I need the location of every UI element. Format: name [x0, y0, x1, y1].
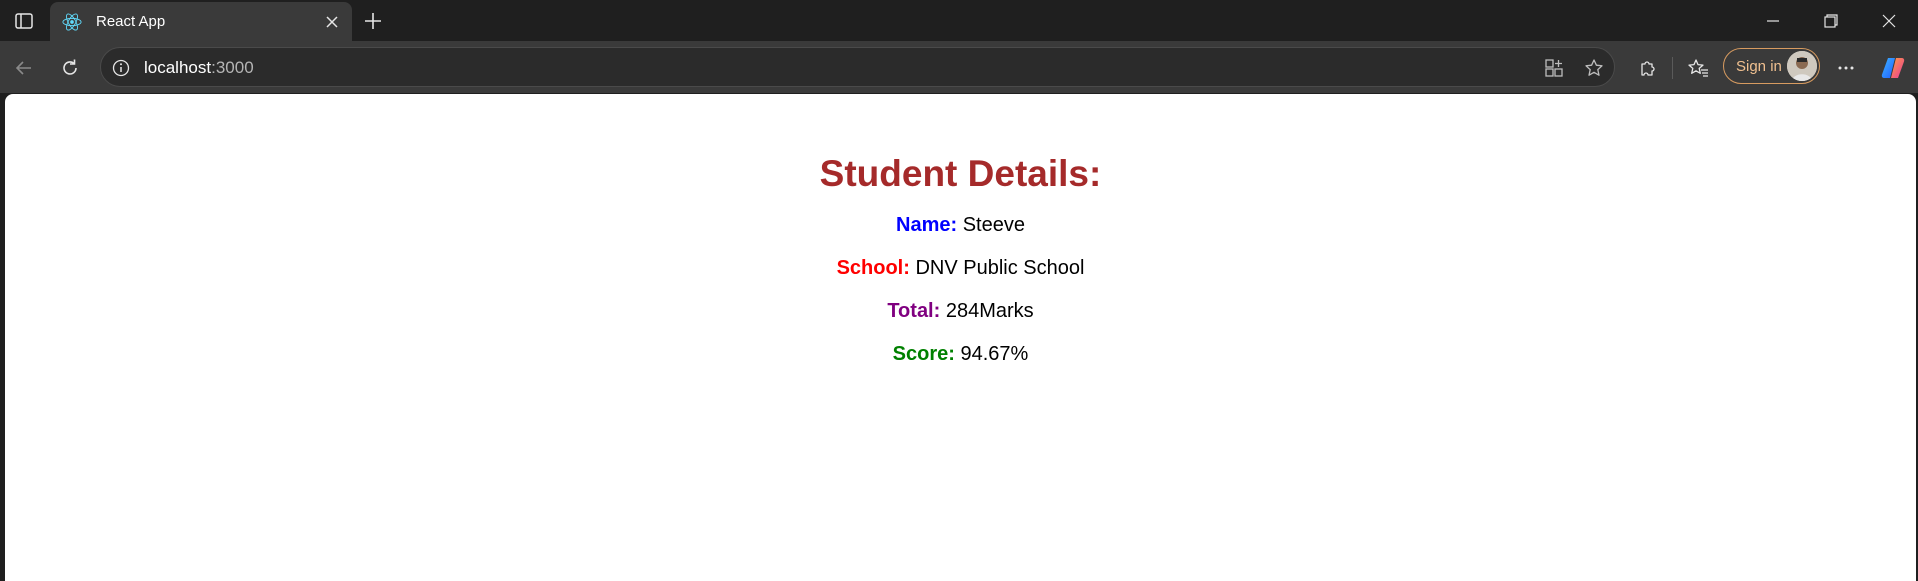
info-icon[interactable]: [111, 58, 131, 78]
detail-value: Steeve: [962, 214, 1025, 236]
detail-value: DNV Public School: [915, 257, 1085, 279]
detail-total: Total: 284Marks: [5, 299, 1916, 323]
address-url: localhost:3000: [144, 58, 254, 78]
star-icon[interactable]: [1581, 55, 1607, 81]
tab-title: React App: [96, 13, 166, 30]
refresh-icon[interactable]: [53, 51, 87, 85]
browser-toolbar: localhost:3000 Sign in: [0, 41, 1918, 93]
detail-label: Score:: [892, 343, 955, 365]
window-controls: [1744, 0, 1918, 41]
detail-score: Score: 94.67%: [5, 342, 1916, 366]
copilot-icon[interactable]: [1876, 51, 1910, 85]
tab-react-app[interactable]: React App: [50, 2, 352, 41]
puzzle-icon[interactable]: [1631, 51, 1665, 85]
toolbar-divider: [1672, 57, 1673, 79]
url-host: localhost: [144, 58, 212, 77]
window-close-icon[interactable]: [1860, 0, 1918, 41]
detail-name: Name: Steeve: [5, 213, 1916, 237]
close-icon[interactable]: [320, 10, 344, 34]
apps-icon[interactable]: [1541, 55, 1567, 81]
detail-label: Total:: [887, 300, 941, 322]
sign-in-button[interactable]: Sign in: [1723, 48, 1820, 84]
detail-school: School: DNV Public School: [5, 256, 1916, 280]
detail-value: 284Marks: [945, 300, 1034, 322]
page-title: Student Details:: [819, 153, 1102, 194]
tab-actions-icon[interactable]: [8, 8, 40, 34]
detail-value: 94.67%: [960, 343, 1029, 365]
favorites-icon[interactable]: [1681, 51, 1715, 85]
url-port: :3000: [211, 58, 254, 77]
detail-label: School:: [836, 257, 910, 279]
more-icon[interactable]: [1829, 51, 1863, 85]
student-details: Student Details: Name: Steeve School: DN…: [5, 94, 1916, 366]
sign-in-label: Sign in: [1736, 57, 1782, 75]
tab-strip: React App: [0, 0, 1918, 41]
back-arrow-icon[interactable]: [7, 51, 41, 85]
restore-icon[interactable]: [1802, 0, 1860, 41]
avatar: [1787, 51, 1817, 81]
address-bar[interactable]: localhost:3000: [100, 47, 1615, 87]
detail-label: Name:: [896, 214, 958, 236]
plus-icon[interactable]: [358, 6, 388, 36]
page-viewport: Student Details: Name: Steeve School: DN…: [5, 94, 1916, 581]
react-logo-icon: [62, 12, 82, 32]
minimize-icon[interactable]: [1744, 0, 1802, 41]
